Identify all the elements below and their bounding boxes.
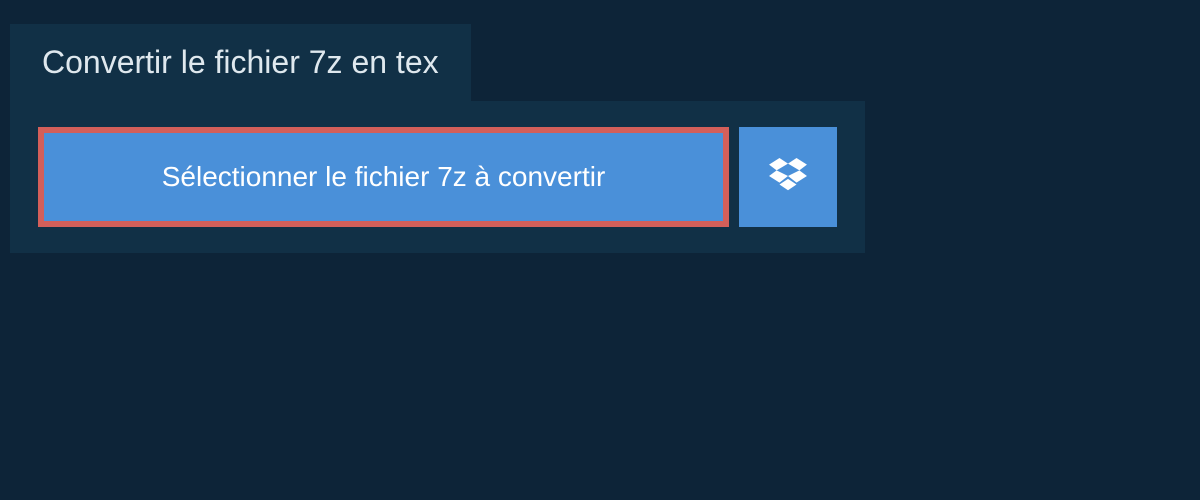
page-title-tab: Convertir le fichier 7z en tex	[10, 24, 471, 101]
page-title: Convertir le fichier 7z en tex	[42, 44, 439, 80]
select-file-label: Sélectionner le fichier 7z à convertir	[162, 161, 606, 192]
dropbox-icon	[769, 158, 807, 197]
select-file-button[interactable]: Sélectionner le fichier 7z à convertir	[38, 127, 729, 227]
action-panel: Sélectionner le fichier 7z à convertir	[10, 101, 865, 253]
dropbox-button[interactable]	[739, 127, 837, 227]
